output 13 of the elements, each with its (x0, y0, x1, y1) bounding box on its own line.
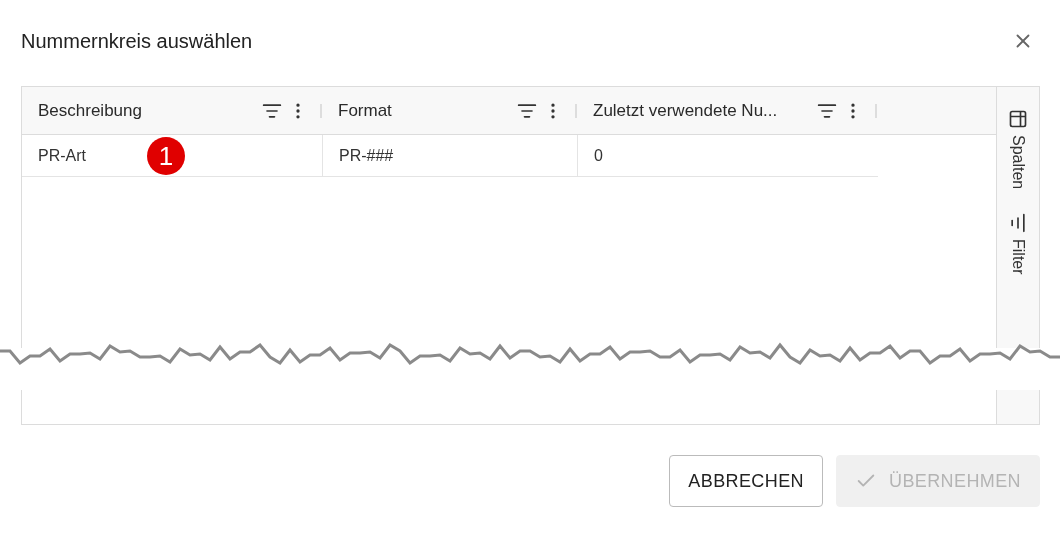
column-header[interactable]: Zuletzt verwendete Nu... (593, 100, 811, 121)
table-cell: PR-### (339, 146, 394, 165)
column-header[interactable]: Beschreibung (38, 100, 256, 121)
side-tab[interactable]: Filter (1008, 213, 1028, 275)
dialog-title: Nummernkreis auswählen (21, 29, 253, 53)
cancel-button[interactable]: ABBRECHEN (669, 455, 823, 507)
table-icon (1008, 109, 1028, 129)
filter-icon (1008, 213, 1028, 234)
table-cell: 0 (594, 146, 603, 165)
side-tab[interactable]: Spalten (1008, 109, 1028, 190)
column-header[interactable]: Format (338, 100, 511, 121)
callout-badge: 1 (147, 137, 185, 175)
table-cell: PR-Art (38, 146, 86, 165)
